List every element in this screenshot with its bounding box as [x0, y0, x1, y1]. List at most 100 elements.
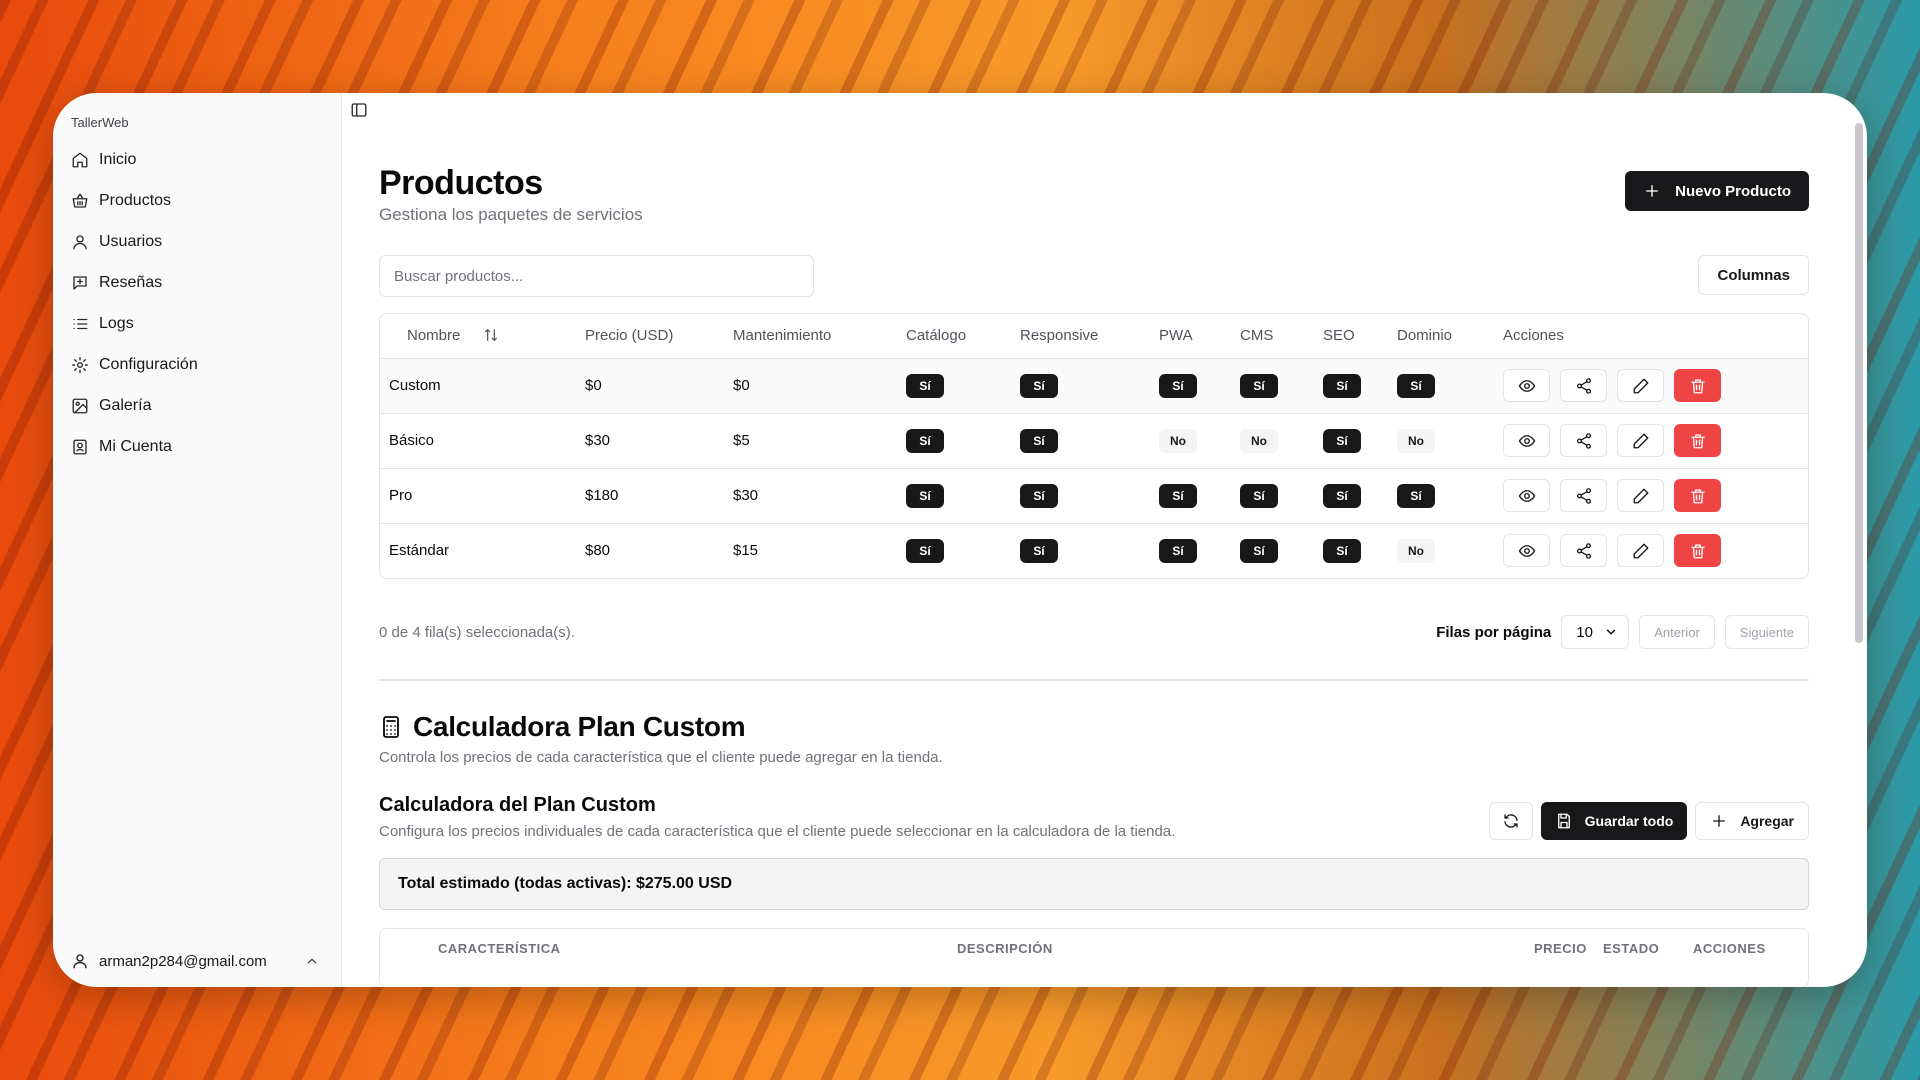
sidebar-item-resenas[interactable]: Reseñas	[53, 262, 341, 303]
features-table: CARACTERÍSTICA DESCRIPCIÓN PRECIO ESTADO…	[379, 928, 1809, 987]
share-button[interactable]	[1560, 479, 1607, 512]
table-footer: 0 de 4 fila(s) seleccionada(s). Filas po…	[379, 615, 1809, 649]
status-badge: Sí	[1159, 373, 1197, 398]
delete-button[interactable]	[1674, 534, 1721, 568]
review-icon	[73, 275, 87, 290]
status-badge: Sí	[1020, 428, 1058, 453]
next-page-button[interactable]: Siguiente	[1724, 615, 1809, 649]
sidebar-item-productos[interactable]: Productos	[53, 180, 341, 221]
share-button[interactable]	[1560, 424, 1607, 457]
share-icon	[1576, 432, 1591, 449]
sidebar-item-galeria[interactable]: Galería	[53, 385, 341, 426]
refresh-icon	[1503, 814, 1518, 828]
col-header-catalogo: Catálogo	[906, 327, 967, 345]
sidebar-item-label: Mi Cuenta	[99, 437, 172, 455]
app-window: TallerWeb Inicio Productos Usuarios Rese…	[53, 93, 1867, 987]
cell-mantenimiento: $30	[724, 467, 897, 523]
rows-per-page-select[interactable]: 10	[1561, 615, 1630, 649]
status-badge: Sí	[1240, 373, 1278, 398]
chevron-up-icon	[307, 958, 317, 964]
selection-count: 0 de 4 fila(s) seleccionada(s).	[379, 623, 575, 641]
sidebar-item-usuarios[interactable]: Usuarios	[53, 221, 341, 262]
table-header-row: Nombre Precio (USD) Mantenimiento Catálo…	[380, 314, 1808, 358]
cell-seo: Sí	[1314, 467, 1388, 523]
view-button[interactable]	[1503, 534, 1550, 568]
table-row[interactable]: Pro $180 $30 Sí Sí Sí Sí Sí Sí	[380, 467, 1808, 523]
status-badge: Sí	[1240, 538, 1278, 563]
cell-dominio: Sí	[1388, 357, 1494, 413]
sidebar-item-configuracion[interactable]: Configuración	[53, 344, 341, 385]
brand-name: TallerWeb	[71, 115, 129, 130]
eye-icon	[1518, 379, 1535, 392]
edit-button[interactable]	[1617, 479, 1664, 512]
table-row[interactable]: Custom $0 $0 Sí Sí Sí Sí Sí Sí	[380, 357, 1808, 413]
previous-page-button[interactable]: Anterior	[1639, 615, 1715, 649]
sidebar-item-mi-cuenta[interactable]: Mi Cuenta	[53, 426, 341, 467]
delete-button[interactable]	[1674, 369, 1721, 402]
table-body: Custom $0 $0 Sí Sí Sí Sí Sí Sí Básico $30 $5 Sí Sí No N…	[380, 357, 1808, 578]
calculator-actions: Guardar todo Agregar	[1488, 802, 1809, 840]
view-button[interactable]	[1503, 369, 1550, 402]
sidebar-toggle-button[interactable]	[348, 99, 370, 121]
search-input[interactable]	[379, 255, 814, 297]
sidebar-item-inicio[interactable]: Inicio	[53, 139, 341, 180]
status-badge: Sí	[1397, 373, 1435, 398]
sidebar-item-logs[interactable]: Logs	[53, 303, 341, 344]
add-button[interactable]: Agregar	[1695, 802, 1809, 840]
view-button[interactable]	[1503, 479, 1550, 512]
cell-cms: No	[1231, 412, 1314, 468]
status-badge: No	[1159, 428, 1197, 453]
share-button[interactable]	[1560, 534, 1607, 568]
edit-button[interactable]	[1617, 534, 1664, 568]
save-all-button[interactable]: Guardar todo	[1540, 802, 1688, 840]
table-row[interactable]: Estándar $80 $15 Sí Sí Sí Sí Sí No	[380, 522, 1808, 578]
user-email: arman2p284@gmail.com	[99, 952, 267, 970]
refresh-button[interactable]	[1488, 802, 1533, 840]
cell-responsive: Sí	[1011, 522, 1150, 578]
user-menu[interactable]: arman2p284@gmail.com	[53, 935, 341, 987]
columns-button[interactable]: Columnas	[1698, 255, 1809, 295]
cell-seo: Sí	[1314, 412, 1388, 468]
view-button[interactable]	[1503, 424, 1550, 457]
share-button[interactable]	[1560, 369, 1607, 402]
sidebar-item-label: Usuarios	[99, 232, 163, 250]
col-header-nombre[interactable]: Nombre	[380, 314, 576, 358]
sidebar-nav: Inicio Productos Usuarios Reseñas Logs C…	[53, 139, 341, 467]
col-header-precio: Precio (USD)	[585, 327, 674, 345]
trash-icon	[1690, 378, 1705, 393]
scrollbar[interactable]	[1855, 123, 1863, 643]
edit-button[interactable]	[1617, 424, 1664, 457]
gear-icon	[71, 356, 89, 373]
sidebar-item-label: Reseñas	[99, 273, 163, 291]
calculator-icon	[383, 716, 399, 738]
delete-button[interactable]	[1674, 479, 1721, 512]
share-icon	[1576, 487, 1591, 504]
trash-icon	[1690, 433, 1705, 448]
cell-precio: $0	[576, 357, 724, 413]
table-row[interactable]: Básico $30 $5 Sí Sí No No Sí No	[380, 412, 1808, 468]
status-badge: No	[1397, 428, 1435, 453]
save-icon	[1557, 813, 1570, 829]
eye-icon	[1518, 489, 1535, 502]
share-icon	[1576, 377, 1591, 394]
eye-icon	[1518, 544, 1535, 557]
pencil-icon	[1633, 433, 1648, 448]
calculator-title-text: Calculadora Plan Custom	[413, 711, 746, 742]
calculator-section-title: Calculadora Plan Custom	[379, 711, 1809, 743]
cell-acciones	[1494, 412, 1808, 468]
status-badge: Sí	[906, 428, 944, 453]
col-header-caracteristica: CARACTERÍSTICA	[438, 941, 561, 956]
col-header-mantenimiento: Mantenimiento	[733, 327, 832, 345]
new-product-button[interactable]: Nuevo Producto	[1625, 171, 1809, 211]
new-product-label: Nuevo Producto	[1675, 182, 1791, 200]
section-divider	[379, 679, 1809, 681]
total-estimate: Total estimado (todas activas): $275.00 …	[379, 858, 1809, 910]
status-badge: Sí	[1159, 538, 1197, 563]
products-table: Nombre Precio (USD) Mantenimiento Catálo…	[379, 313, 1809, 579]
delete-button[interactable]	[1674, 424, 1721, 457]
col-header-cms: CMS	[1240, 327, 1274, 345]
account-icon	[73, 439, 87, 454]
table-toolbar: Columnas	[379, 255, 1809, 297]
edit-button[interactable]	[1617, 369, 1664, 402]
status-badge: Sí	[906, 538, 944, 563]
